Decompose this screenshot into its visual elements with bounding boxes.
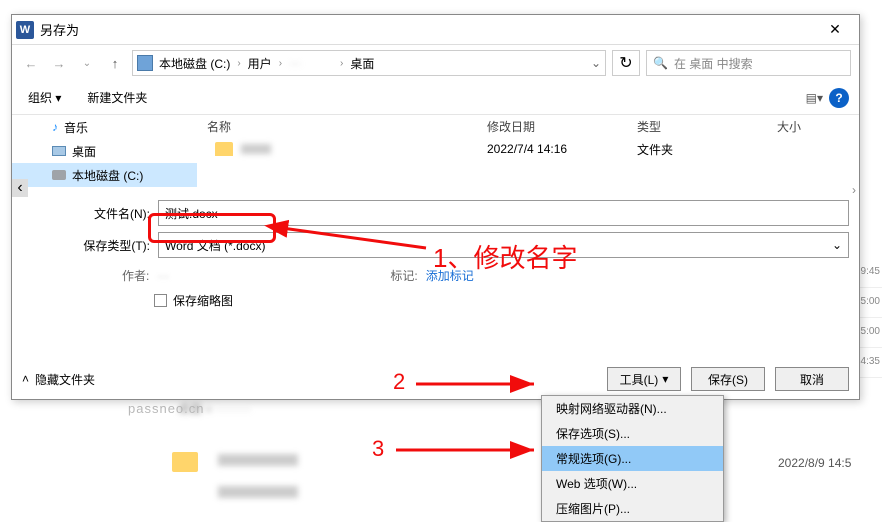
address-dropdown-icon[interactable]: ⌄ [591,56,601,70]
bottom-bar: ˄ 隐藏文件夹 工具(L)▾ 保存(S) 取消 [12,359,859,399]
tools-button[interactable]: 工具(L)▾ [607,367,681,391]
close-button[interactable]: ✕ [815,16,855,44]
filetype-select[interactable]: Word 文档 (*.docx) ⌄ [158,232,849,258]
file-list-header: 名称 修改日期 类型 大小 [197,115,859,137]
chevron-right-icon: › [276,58,285,69]
window-title: 另存为 [40,20,79,39]
crumb-item[interactable]: 用户 [246,55,274,72]
thumbnail-row: 保存缩略图 [144,286,859,315]
sidebar-item-music[interactable]: ♪ 音乐 [12,115,197,139]
meta-row: 作者: ··· 标记: 添加标记 [12,261,859,286]
nav-forward-button[interactable]: → [48,52,70,74]
filename-row: 文件名(N): [12,197,859,229]
refresh-button[interactable]: ↻ [612,50,640,76]
chevron-right-icon: › [234,58,243,69]
annotation-arrow-3 [392,440,542,460]
menu-item-compress-pictures[interactable]: 压缩图片(P)... [542,496,723,521]
bg-blur-name [218,454,298,466]
file-type: 文件夹 [637,141,777,158]
sidebar-item-desktop[interactable]: 桌面 [12,139,197,163]
titlebar: W 另存为 ✕ [12,15,859,45]
tools-menu: 映射网络驱动器(N)... 保存选项(S)... 常规选项(G)... Web … [541,395,724,522]
crumb-item[interactable]: 本地磁盘 (C:) [157,55,232,72]
chevron-right-icon: › [337,58,346,69]
file-list: 名称 修改日期 类型 大小 2022/7/4 14:16 文件夹 › [197,115,859,197]
menu-item-save-options[interactable]: 保存选项(S)... [542,421,723,446]
filename-label: 文件名(N): [22,205,150,222]
drive-icon [137,55,153,71]
crumb-item[interactable]: 桌面 [348,55,376,72]
nav-recent-button[interactable]: ⌄ [76,52,98,74]
cancel-button[interactable]: 取消 [775,367,849,391]
nav-back-button[interactable]: ← [20,52,42,74]
sidebar-scroll-left[interactable]: ‹ [12,179,28,197]
menu-item-web-options[interactable]: Web 选项(W)... [542,471,723,496]
sidebar-item-label: 桌面 [72,143,96,160]
drive-icon [52,170,66,180]
filetype-value: Word 文档 (*.docx) [165,237,265,254]
author-label: 作者: [122,267,149,284]
bg-timestamps: 9:45 5:00 5:00 4:35 [860,258,882,378]
bg-blur-name-2 [218,486,298,498]
sidebar: ♪ 音乐 桌面 本地磁盘 (C:) ‹ [12,115,197,197]
save-thumbnail-checkbox[interactable] [154,294,167,307]
bg-date: 2022/8/9 14:5 [778,456,851,470]
nav-up-button[interactable]: ↑ [104,52,126,74]
address-bar[interactable]: 本地磁盘 (C:) › 用户 › ··· › 桌面 ⌄ [132,50,606,76]
folder-icon [215,142,233,156]
tools-label: 工具(L) [620,371,659,388]
search-icon: 🔍 [653,56,668,70]
author-value-redacted: ··· [157,269,227,283]
menu-item-general-options[interactable]: 常规选项(G)... [542,446,723,471]
chevron-down-icon: ⌄ [832,238,842,252]
hide-folders-toggle[interactable]: ˄ 隐藏文件夹 [22,371,95,388]
sidebar-item-label: 音乐 [64,119,88,136]
save-button[interactable]: 保存(S) [691,367,765,391]
hide-folders-label: 隐藏文件夹 [35,371,95,388]
filename-input[interactable] [158,200,849,226]
help-button[interactable]: ? [829,88,849,108]
sidebar-item-label: 本地磁盘 (C:) [72,167,143,184]
bg-folder-icon [172,452,198,472]
col-size[interactable]: 大小 [777,118,859,135]
filetype-row: 保存类型(T): Word 文档 (*.docx) ⌄ [12,229,859,261]
annotation-number-3: 3 [372,436,384,462]
nav-row: ← → ⌄ ↑ 本地磁盘 (C:) › 用户 › ··· › 桌面 ⌄ ↻ 🔍 … [12,45,859,81]
crumb-item-redacted[interactable]: ··· [287,56,335,70]
save-thumbnail-label: 保存缩略图 [173,292,233,309]
refresh-icon: ↻ [619,53,632,73]
save-as-dialog: W 另存为 ✕ ← → ⌄ ↑ 本地磁盘 (C:) › 用户 › ··· › 桌… [11,14,860,400]
view-mode-button[interactable]: ▤▾ [806,91,823,105]
menu-item-map-drive[interactable]: 映射网络驱动器(N)... [542,396,723,421]
add-tag-link[interactable]: 添加标记 [426,267,474,284]
col-type[interactable]: 类型 [637,118,777,135]
file-name-redacted [241,144,271,154]
tag-label: 标记: [390,267,417,284]
file-date: 2022/7/4 14:16 [487,142,637,156]
music-icon: ♪ [52,120,58,134]
chevron-up-icon: ˄ [22,372,29,386]
chevron-down-icon: ▾ [662,372,668,386]
desktop-icon [52,146,66,156]
watermark: passneo.cn [128,401,205,416]
new-folder-button[interactable]: 新建文件夹 [81,85,153,110]
col-name[interactable]: 名称 [197,118,487,135]
filetype-label: 保存类型(T): [22,237,150,254]
content-panes: ♪ 音乐 桌面 本地磁盘 (C:) ‹ 名称 修改日期 类型 大小 2022/7/… [12,115,859,197]
search-input[interactable]: 🔍 在 桌面 中搜索 [646,50,851,76]
search-placeholder: 在 桌面 中搜索 [674,55,753,72]
organize-menu[interactable]: 组织 ▾ [22,85,67,110]
word-app-icon: W [16,21,34,39]
toolbar: 组织 ▾ 新建文件夹 ▤▾ ? [12,81,859,115]
list-item[interactable]: 2022/7/4 14:16 文件夹 [197,137,859,161]
sidebar-item-drive-c[interactable]: 本地磁盘 (C:) [12,163,197,187]
col-date[interactable]: 修改日期 [487,118,637,135]
filelist-scroll-right[interactable]: › [852,183,856,197]
